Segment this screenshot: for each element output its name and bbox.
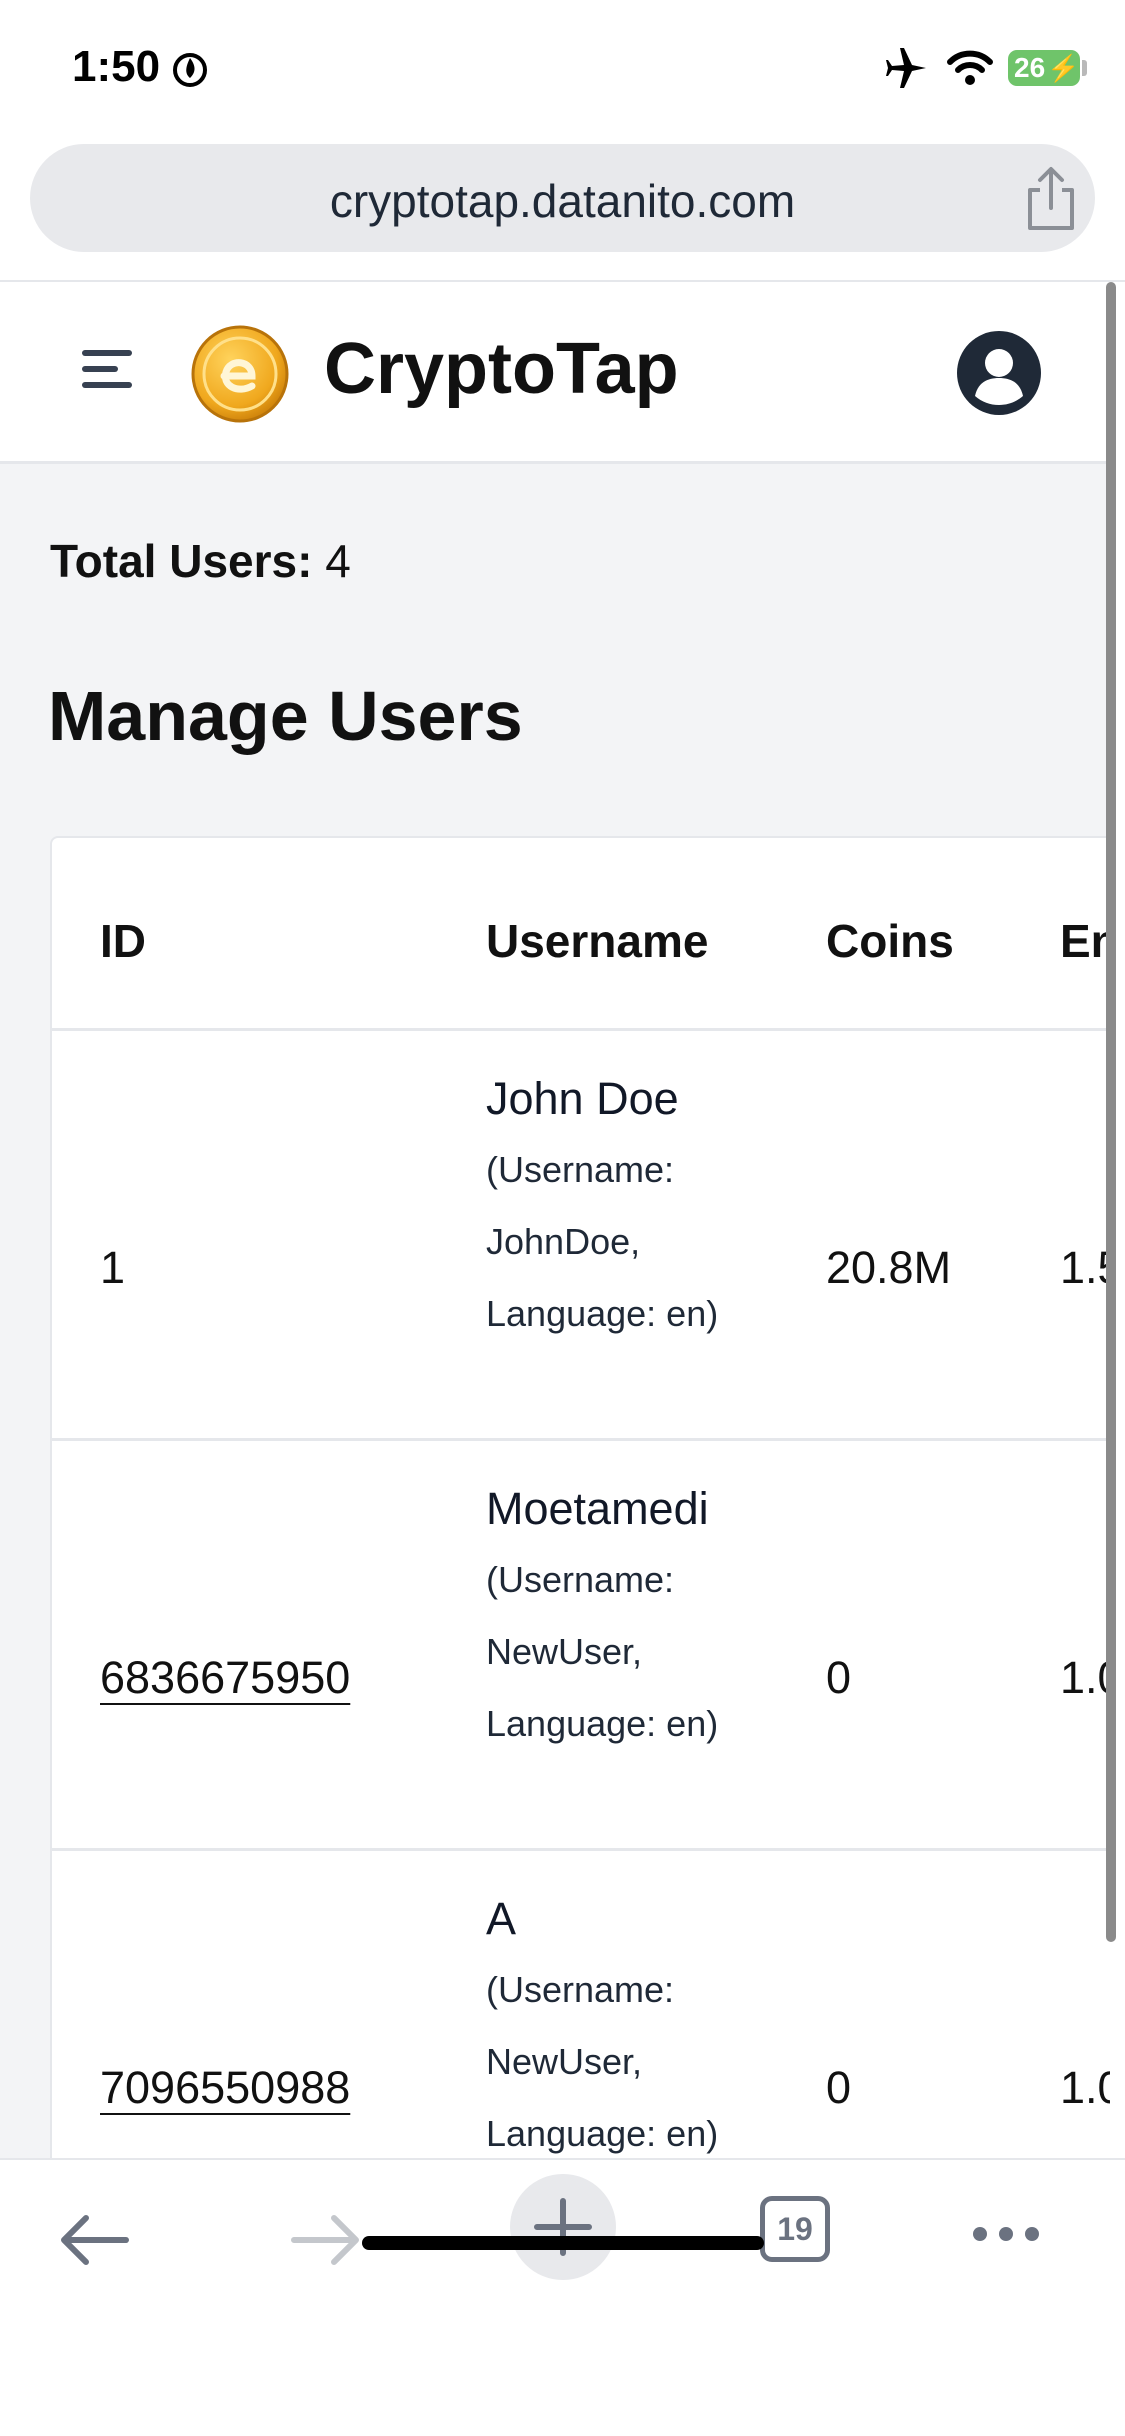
user-display-name: John Doe: [486, 1073, 679, 1124]
col-header-id[interactable]: ID: [100, 914, 146, 968]
user-id-link[interactable]: 7096550988: [100, 2062, 350, 2114]
total-users-value: 4: [325, 535, 351, 587]
tab-switcher-button[interactable]: 19: [760, 2196, 830, 2262]
wifi-icon: [947, 50, 993, 85]
home-indicator: [362, 2236, 764, 2250]
forward-arrow-icon[interactable]: [290, 2210, 362, 2270]
user-energy: 1.5k: [1060, 1242, 1110, 1293]
user-id: 1: [100, 1242, 126, 1293]
username-cell: John Doe (Username: JohnDoe, Language: e…: [486, 1064, 746, 1350]
user-coins: 20.8M: [826, 1242, 952, 1293]
battery-indicator: 26 ⚡: [1008, 50, 1080, 86]
user-energy: 1.0k: [1060, 1652, 1110, 1703]
user-meta: (Username: NewUser, Language: en): [486, 1969, 719, 2154]
header-divider: [52, 1028, 1110, 1031]
user-coins: 0: [826, 1652, 852, 1703]
browser-address-area: cryptotap.datanito.com: [0, 140, 1125, 282]
cryptotap-logo-icon: [191, 325, 289, 423]
username-cell: A (Username: NewUser, Language: en): [486, 1884, 746, 2158]
users-table[interactable]: ID Username Coins Ene 1 John Doe (Userna…: [50, 836, 1110, 2158]
col-header-coins[interactable]: Coins: [826, 914, 954, 968]
url-text[interactable]: cryptotap.datanito.com: [30, 174, 1095, 228]
menu-icon[interactable]: [80, 344, 134, 394]
battery-level: 26: [1014, 52, 1046, 83]
total-users: Total Users: 4: [50, 534, 351, 588]
main-content: Total Users: 4 Manage Users ID Username …: [0, 464, 1110, 2158]
row-divider: [52, 1848, 1110, 1851]
browser-toolbar: 19: [0, 2158, 1125, 2436]
col-header-username[interactable]: Username: [486, 914, 708, 968]
new-tab-button[interactable]: [510, 2174, 616, 2280]
user-energy: 1.0k: [1060, 2062, 1110, 2113]
user-display-name: A: [486, 1893, 517, 1944]
app-header: CryptoTap: [0, 284, 1110, 464]
status-time: 1:50: [72, 42, 161, 91]
battery-cap: [1082, 60, 1087, 76]
user-display-name: Moetamedi: [486, 1483, 709, 1534]
address-bar[interactable]: cryptotap.datanito.com: [30, 144, 1095, 252]
back-arrow-icon[interactable]: [58, 2210, 130, 2270]
status-bar: 1:50 26 ⚡: [0, 0, 1125, 140]
user-coins: 0: [826, 2062, 852, 2113]
user-id-link[interactable]: 6836675950: [100, 1652, 350, 1704]
more-options-icon[interactable]: [970, 2224, 1042, 2244]
user-avatar-icon[interactable]: [956, 330, 1042, 416]
user-meta: (Username: NewUser, Language: en): [486, 1559, 719, 1744]
page-scrollbar[interactable]: [1106, 282, 1116, 1942]
flame-icon: [173, 53, 207, 87]
col-header-energy[interactable]: Ene: [1060, 914, 1110, 968]
brand-name[interactable]: CryptoTap: [324, 328, 679, 410]
airplane-icon: [886, 48, 926, 88]
share-icon[interactable]: [1020, 166, 1082, 232]
row-divider: [52, 1438, 1110, 1441]
user-meta: (Username: JohnDoe, Language: en): [486, 1149, 719, 1334]
page-title: Manage Users: [48, 677, 523, 755]
total-users-label: Total Users:: [50, 535, 313, 587]
username-cell: Moetamedi (Username: NewUser, Language: …: [486, 1474, 746, 1760]
